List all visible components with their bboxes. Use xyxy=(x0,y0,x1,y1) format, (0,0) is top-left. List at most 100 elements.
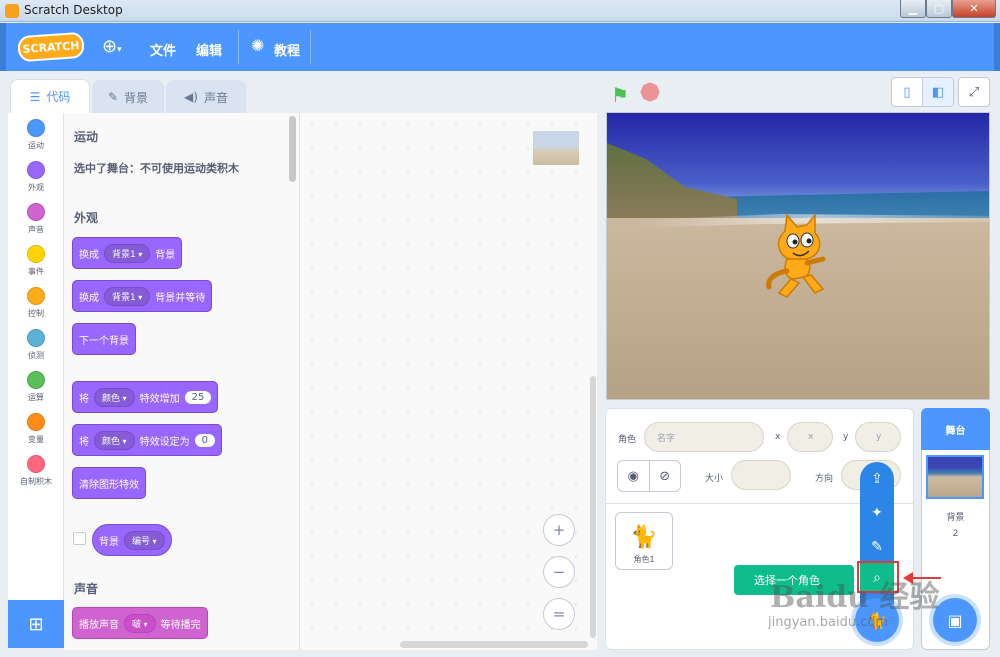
category-my-blocks[interactable]: 自制积木 xyxy=(8,449,64,491)
current-target-thumbnail xyxy=(533,131,579,165)
y-label: y xyxy=(843,432,849,442)
category-dot xyxy=(27,203,45,221)
paint-icon[interactable]: ✎ xyxy=(860,532,894,562)
section-sound-title: 声音 xyxy=(74,582,99,596)
block-switch-backdrop-wait[interactable]: 换成背景1背景并等待 xyxy=(72,280,213,312)
watermark: Baidu 经验 xyxy=(770,580,940,615)
tab-sounds[interactable]: ◀) 声音 xyxy=(166,80,246,113)
maximize-button[interactable]: ▢ xyxy=(926,0,952,18)
category-variables[interactable]: 变量 xyxy=(8,407,64,449)
tab-code[interactable]: ☰ 代码 xyxy=(10,79,90,113)
window-title: Scratch Desktop xyxy=(24,3,123,17)
backdrops-count: 2 xyxy=(952,529,959,539)
effect-amount-input[interactable]: 25 xyxy=(184,390,212,404)
section-looks-title: 外观 xyxy=(74,211,99,225)
monitor-checkbox[interactable] xyxy=(73,532,86,545)
x-label: x xyxy=(775,432,781,442)
category-sound[interactable]: 声音 xyxy=(8,197,64,239)
minimize-button[interactable]: ▁ xyxy=(900,0,926,18)
size-label: 大小 xyxy=(705,474,724,484)
extension-icon: ⊞ xyxy=(28,613,44,635)
surprise-icon[interactable]: ✦ xyxy=(860,498,894,528)
globe-icon[interactable]: ⊕▾ xyxy=(102,36,122,57)
block-play-sound-until-done[interactable]: 播放声音啵等待播完 xyxy=(72,607,208,639)
effect-value-input[interactable]: 0 xyxy=(194,433,215,447)
category-sensing[interactable]: 侦测 xyxy=(8,323,64,365)
zoom-in-button[interactable]: + xyxy=(543,514,575,546)
code-icon: ☰ xyxy=(29,89,41,104)
menu-edit[interactable]: 编辑 xyxy=(196,40,222,59)
category-dot xyxy=(27,329,45,347)
fullscreen-icon: ⤢ xyxy=(968,84,980,100)
size-field[interactable] xyxy=(731,460,791,490)
category-looks[interactable]: 外观 xyxy=(8,155,64,197)
stop-icon[interactable] xyxy=(638,80,662,104)
sprite-name-field[interactable]: 名字 xyxy=(644,422,764,452)
category-control[interactable]: 控制 xyxy=(8,281,64,323)
block-set-effect[interactable]: 将颜色特效设定为0 xyxy=(72,424,222,456)
category-dot xyxy=(27,245,45,263)
block-change-effect[interactable]: 将颜色特效增加25 xyxy=(72,381,219,413)
small-stage-button[interactable]: ▯ xyxy=(891,77,923,107)
zoom-reset-icon: = xyxy=(552,605,566,623)
category-dot xyxy=(27,455,45,473)
menu-tutorials[interactable]: 教程 xyxy=(274,40,300,59)
menu-divider xyxy=(238,30,239,64)
close-button[interactable]: ✕ xyxy=(952,0,996,18)
section-motion-title: 运动 xyxy=(74,130,99,144)
menu-divider xyxy=(310,30,311,64)
upload-icon[interactable]: ⇪ xyxy=(860,464,894,494)
image-add-icon: ▣ xyxy=(947,610,963,630)
category-operators[interactable]: 运算 xyxy=(8,365,64,407)
window-titlebar xyxy=(0,0,1000,22)
number-name-dropdown[interactable]: 编号 xyxy=(124,530,165,550)
app-icon xyxy=(5,4,19,18)
green-flag-icon[interactable]: ⚑ xyxy=(611,83,629,107)
speaker-icon: ◀) xyxy=(184,90,198,104)
category-dot xyxy=(27,413,45,431)
workspace-horizontal-scrollbar[interactable] xyxy=(400,641,588,648)
visibility-toggle: ◉ ⊘ xyxy=(617,460,681,492)
add-backdrop-button[interactable]: ▣ xyxy=(933,598,977,642)
sound-dropdown[interactable]: 啵 xyxy=(124,613,156,633)
effect-dropdown[interactable]: 颜色 xyxy=(94,387,135,407)
category-dot xyxy=(27,119,45,137)
show-eye-icon[interactable]: ◉ xyxy=(618,461,650,491)
workspace-vertical-scrollbar[interactable] xyxy=(590,376,596,638)
large-stage-button[interactable]: ◧ xyxy=(922,77,954,107)
stage-header: 舞台 xyxy=(921,408,990,450)
menu-file[interactable]: 文件 xyxy=(150,40,176,59)
small-stage-icon: ▯ xyxy=(903,84,911,100)
category-menu: 运动 外观 声音 事件 控制 侦测 运算 变量 自制积木 xyxy=(8,113,64,600)
brush-icon: ✎ xyxy=(107,90,119,104)
backdrop-dropdown[interactable]: 背景1 xyxy=(104,286,151,306)
watermark-url: jingyan.baidu.com xyxy=(768,615,888,630)
zoom-out-icon: − xyxy=(552,563,566,581)
effect-dropdown[interactable]: 颜色 xyxy=(94,430,135,450)
add-extension-button[interactable]: ⊞ xyxy=(8,600,64,648)
tab-backdrops[interactable]: ✎ 背景 xyxy=(92,80,164,113)
category-motion[interactable]: 运动 xyxy=(8,113,64,155)
lightbulb-icon[interactable]: ✺ xyxy=(251,36,264,55)
direction-label: 方向 xyxy=(815,474,834,484)
y-field[interactable]: y xyxy=(855,422,901,452)
stage-canvas[interactable] xyxy=(606,112,990,400)
cat-sprite[interactable] xyxy=(757,213,837,303)
fullscreen-button[interactable]: ⤢ xyxy=(958,77,990,107)
zoom-out-button[interactable]: − xyxy=(543,556,575,588)
x-field[interactable]: x xyxy=(787,422,833,452)
hide-eye-icon[interactable]: ⊘ xyxy=(650,461,681,491)
backdrop-dropdown[interactable]: 背景1 xyxy=(104,243,151,263)
palette-scrollbar[interactable] xyxy=(289,116,296,182)
category-events[interactable]: 事件 xyxy=(8,239,64,281)
block-next-backdrop[interactable]: 下一个背景 xyxy=(72,323,136,355)
stage-thumbnail[interactable] xyxy=(926,455,984,499)
block-switch-backdrop[interactable]: 换成背景1背景 xyxy=(72,237,183,269)
zoom-in-icon: + xyxy=(552,521,566,539)
backdrops-label: 背景 xyxy=(946,513,965,523)
block-backdrop-number[interactable]: 背景 编号 xyxy=(92,524,172,556)
block-clear-effects[interactable]: 清除图形特效 xyxy=(72,467,146,499)
zoom-reset-button[interactable]: = xyxy=(543,598,575,630)
scratch-logo[interactable]: SCRATCH xyxy=(17,31,85,63)
sprite-thumbnail[interactable]: 🐈 角色1 xyxy=(615,512,673,570)
